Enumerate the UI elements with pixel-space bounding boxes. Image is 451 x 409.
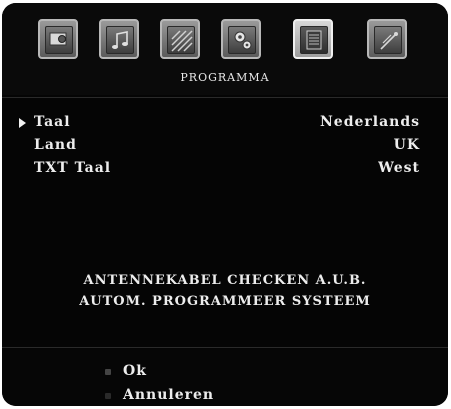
osd-window: PROGRAMMA Taal Nederlands Land UK TXT Ta… bbox=[2, 3, 448, 406]
pattern-icon bbox=[171, 30, 193, 52]
list-document-icon bbox=[306, 30, 322, 50]
setting-label: Taal bbox=[34, 114, 71, 130]
music-note-icon bbox=[112, 31, 128, 49]
message-line-2: AUTOM. PROGRAMMEER SYSTEEM bbox=[79, 294, 371, 309]
tab-sound[interactable] bbox=[99, 19, 139, 59]
tab-picture[interactable] bbox=[38, 19, 78, 59]
tab-setup[interactable] bbox=[221, 19, 261, 59]
cancel-key-icon bbox=[105, 393, 111, 399]
menu-title: PROGRAMMA bbox=[180, 71, 270, 84]
menu-bar: PROGRAMMA bbox=[2, 3, 448, 95]
setting-value: West bbox=[378, 160, 420, 176]
message-line-1: ANTENNEKABEL CHECKEN A.U.B. bbox=[83, 273, 367, 288]
setting-value: Nederlands bbox=[319, 114, 420, 130]
setting-label: Land bbox=[34, 137, 77, 153]
selection-arrow-icon bbox=[19, 118, 26, 128]
setting-row-taal[interactable]: Taal Nederlands bbox=[2, 114, 448, 134]
setting-row-land[interactable]: Land UK bbox=[2, 137, 448, 157]
ok-key-icon bbox=[105, 369, 111, 375]
setting-value: UK bbox=[393, 137, 420, 153]
hint-cancel[interactable]: Annuleren bbox=[2, 387, 448, 405]
setting-row-txt-taal[interactable]: TXT Taal West bbox=[2, 160, 448, 180]
gears-icon bbox=[234, 31, 252, 50]
hint-cancel-label: Annuleren bbox=[123, 387, 215, 403]
tab-programma[interactable] bbox=[293, 19, 333, 59]
tab-feature[interactable] bbox=[160, 19, 200, 59]
satellite-dish-icon bbox=[380, 32, 398, 50]
picture-icon bbox=[49, 32, 67, 46]
tab-source[interactable] bbox=[367, 19, 407, 59]
divider-top bbox=[2, 97, 448, 98]
setting-label: TXT Taal bbox=[34, 160, 112, 176]
divider-bottom bbox=[2, 347, 448, 348]
hint-ok[interactable]: Ok bbox=[2, 363, 448, 381]
hint-ok-label: Ok bbox=[123, 363, 147, 379]
